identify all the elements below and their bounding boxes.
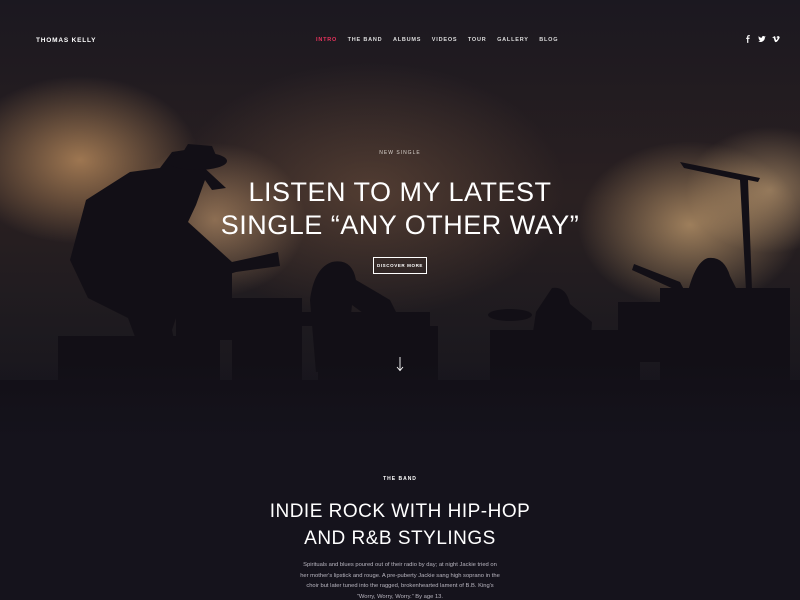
vimeo-icon[interactable]	[772, 35, 780, 43]
nav-item-albums[interactable]: ALBUMS	[393, 37, 421, 43]
hero-headline-line1: LISTEN TO MY LATEST	[248, 177, 552, 207]
hero-headline: LISTEN TO MY LATEST SINGLE “ANY OTHER WA…	[0, 176, 800, 242]
arrow-down-icon[interactable]	[395, 356, 405, 372]
band-title: INDIE ROCK WITH HIP-HOP AND R&B STYLINGS	[0, 498, 800, 552]
twitter-icon[interactable]	[758, 35, 766, 43]
band-title-line2: AND R&B STYLINGS	[304, 528, 496, 549]
band-eyebrow: THE BAND	[383, 476, 417, 482]
hero-eyebrow: NEW SINGLE	[379, 150, 421, 156]
main-nav: INTRO THE BAND ALBUMS VIDEOS TOUR GALLER…	[316, 37, 558, 43]
band-title-line1: INDIE ROCK WITH HIP-HOP	[269, 501, 531, 522]
nav-item-intro[interactable]: INTRO	[316, 37, 337, 43]
hero-headline-line2: SINGLE “ANY OTHER WAY”	[220, 210, 580, 240]
nav-item-the-band[interactable]: THE BAND	[348, 37, 383, 43]
nav-item-blog[interactable]: BLOG	[539, 37, 558, 43]
facebook-icon[interactable]	[744, 35, 752, 43]
nav-item-tour[interactable]: TOUR	[468, 37, 487, 43]
band-description: Spirituals and blues poured out of their…	[300, 562, 500, 600]
band-section: THE BAND INDIE ROCK WITH HIP-HOP AND R&B…	[0, 440, 800, 600]
social-links	[744, 35, 780, 43]
nav-item-gallery[interactable]: GALLERY	[497, 37, 529, 43]
nav-item-videos[interactable]: VIDEOS	[432, 37, 458, 43]
brand-logo[interactable]: THOMAS KELLY	[36, 37, 96, 44]
discover-more-button[interactable]: DISCOVER MORE	[373, 257, 427, 274]
